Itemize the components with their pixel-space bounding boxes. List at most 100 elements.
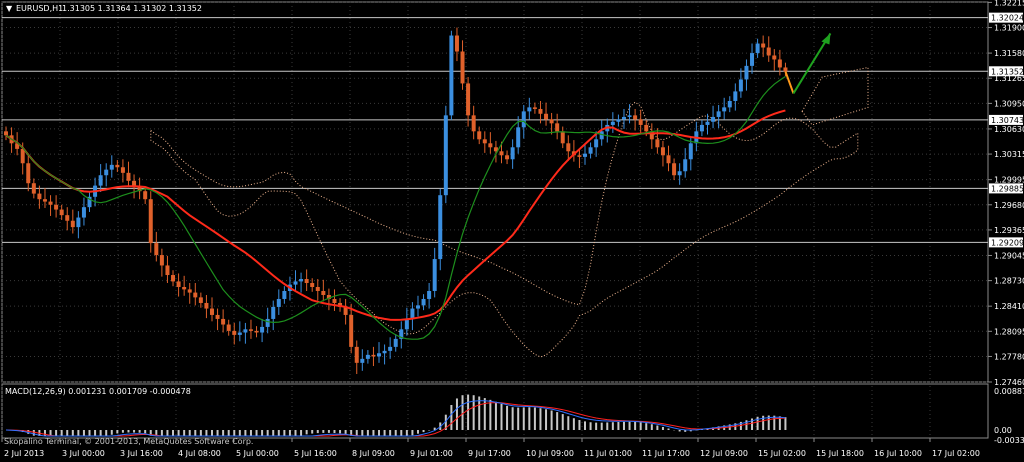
candle-body [438, 195, 443, 260]
candle-body [482, 139, 487, 144]
price-tick-label: 1.29995 [994, 176, 1024, 185]
candle-body [76, 217, 81, 228]
candle-body [215, 314, 220, 319]
candle-body [159, 255, 164, 266]
candle-body [54, 204, 59, 210]
candle-body [644, 124, 649, 132]
candle-body [393, 338, 398, 347]
candle-body [688, 143, 693, 160]
candle-body [171, 275, 176, 282]
price-tick-label: 1.30630 [994, 125, 1024, 134]
candle-body [404, 318, 409, 330]
candle-body [143, 191, 148, 200]
candle-body [521, 111, 526, 128]
candle-body [638, 119, 643, 125]
time-tick-label: 3 Jul 00:00 [62, 449, 105, 458]
candle-body [388, 346, 393, 351]
price-tick-label: 1.28730 [994, 277, 1024, 286]
time-tick-label: 11 Jul 17:00 [642, 449, 690, 458]
candle-body [610, 121, 615, 125]
price-tick-label: 1.32215 [994, 0, 1024, 7]
copyright-watermark: Skopalino Terminal, © 2001-2013, MetaQuo… [4, 437, 253, 446]
candle-body [538, 108, 543, 114]
candle-body [198, 297, 203, 303]
time-tick-label: 5 Jul 00:00 [236, 449, 279, 458]
candle-body [660, 147, 665, 156]
candle-body [761, 43, 766, 48]
candle-body [705, 121, 710, 125]
price-level-label: 1.29885 [991, 184, 1024, 193]
candle-body [716, 111, 721, 117]
price-tick-label: 1.28095 [994, 327, 1024, 336]
time-tick-label: 11 Jul 01:00 [584, 449, 632, 458]
candle-body [176, 281, 181, 287]
candle-body [477, 131, 482, 140]
candle-body [221, 318, 226, 325]
candle-body [777, 59, 782, 68]
time-tick-label: 10 Jul 09:00 [526, 449, 574, 458]
candle-body [293, 281, 298, 285]
candle-body [165, 265, 170, 276]
candle-body [248, 329, 253, 331]
candle-body [655, 139, 660, 148]
candle-body [209, 308, 214, 315]
candle-body [365, 354, 370, 359]
candle-body [527, 107, 532, 112]
candle-body [81, 207, 86, 218]
candle-body [382, 350, 387, 354]
price-tick-label: 1.29045 [994, 251, 1024, 260]
time-tick-label: 4 Jul 08:00 [178, 449, 221, 458]
price-tick-label: 1.31900 [994, 24, 1024, 33]
symbol-menu-icon[interactable]: ▼ [6, 4, 13, 13]
candle-body [583, 153, 588, 157]
time-tick-label: 2 Jul 2013 [4, 449, 44, 458]
candle-body [499, 151, 504, 156]
candle-body [566, 143, 571, 152]
candle-body [282, 290, 287, 299]
macd-axis-label: 0.00887 [994, 387, 1024, 396]
time-tick-label: 5 Jul 16:00 [294, 449, 337, 458]
candle-body [332, 298, 337, 303]
candle-body [354, 346, 359, 363]
candle-body [432, 259, 437, 291]
candle-body [621, 116, 626, 120]
candle-body [204, 302, 209, 309]
candle-body [449, 35, 454, 116]
price-level-label: 1.32024 [991, 14, 1024, 23]
candle-body [594, 139, 599, 148]
chart-window[interactable]: ▼ EURUSD,H1 1.31305 1.31364 1.31302 1.31… [0, 0, 1024, 462]
candle-body [271, 306, 276, 319]
price-tick-label: 1.31580 [994, 49, 1024, 58]
symbol-header: EURUSD,H1 [16, 4, 63, 13]
candle-body [766, 47, 771, 56]
candle-body [560, 131, 565, 144]
time-tick-label: 9 Jul 17:00 [468, 449, 511, 458]
candle-body [505, 155, 510, 160]
macd-label: MACD(12,26,9) 0.001231 0.001709 -0.00047… [5, 387, 191, 396]
candle-body [460, 51, 465, 84]
price-level-label: 1.29209 [991, 238, 1024, 247]
candle-body [544, 113, 549, 120]
candle-body [48, 201, 53, 205]
candle-body [421, 298, 426, 306]
macd-axis-label: -0.00336 [994, 436, 1024, 445]
price-level-label: 1.30743 [991, 116, 1024, 125]
candle-body [711, 116, 716, 122]
candle-body [427, 290, 432, 299]
price-tick-label: 1.30950 [994, 99, 1024, 108]
candle-body [193, 292, 198, 298]
time-tick-label: 12 Jul 09:00 [700, 449, 748, 458]
macd-axis-label: 0.00 [994, 426, 1012, 435]
time-tick-label: 9 Jul 01:00 [410, 449, 453, 458]
time-tick-label: 16 Jul 10:00 [874, 449, 922, 458]
candle-body [577, 155, 582, 157]
price-tick-label: 1.27460 [994, 378, 1024, 387]
candle-body [226, 324, 231, 331]
time-tick-label: 3 Jul 16:00 [120, 449, 163, 458]
candle-body [772, 55, 777, 60]
candle-body [70, 220, 75, 228]
candle-body [187, 289, 192, 293]
candle-body [377, 353, 382, 357]
candle-body [115, 164, 120, 168]
candle-body [315, 287, 320, 291]
